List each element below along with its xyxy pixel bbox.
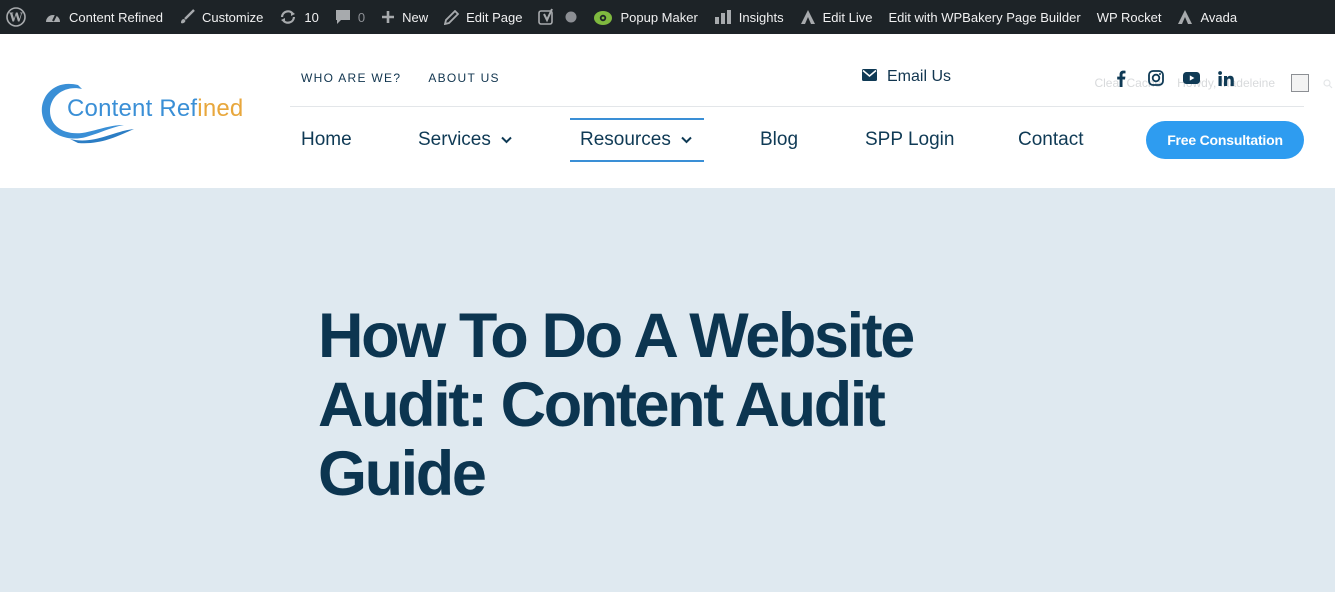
new-content-link[interactable]: New [373, 0, 436, 34]
popup-maker-icon [593, 8, 613, 26]
nav-services-label: Services [418, 129, 491, 150]
customize-label: Customize [201, 9, 264, 25]
main-nav: Home Services Resources Blog SPP Login C… [0, 118, 1335, 162]
avada-logo-icon [800, 9, 816, 25]
popup-maker-label: Popup Maker [620, 9, 698, 25]
comments-count: 0 [357, 9, 366, 25]
email-us-label: Email Us [887, 68, 952, 85]
plus-icon [381, 10, 395, 24]
svg-text:W: W [8, 11, 23, 25]
updates-count: 10 [304, 9, 319, 25]
insights-label: Insights [738, 9, 784, 25]
hero-section: How To Do A Website Audit: Content Audit… [0, 188, 1335, 592]
wordpress-logo-button[interactable]: W [0, 0, 36, 34]
popup-maker-link[interactable]: Popup Maker [585, 0, 705, 34]
search-icon[interactable] [1323, 76, 1333, 94]
email-us-link[interactable]: Email Us [862, 68, 951, 86]
edit-page-label: Edit Page [466, 9, 523, 25]
avada-logo-icon [1177, 9, 1193, 25]
nav-spp-login[interactable]: SPP Login [865, 118, 954, 162]
chevron-down-icon [681, 136, 692, 144]
wp-rocket-label: WP Rocket [1096, 9, 1162, 25]
wp-rocket-link[interactable]: WP Rocket [1089, 0, 1170, 34]
chevron-down-icon [501, 136, 512, 144]
free-consultation-button[interactable]: Free Consultation [1146, 121, 1304, 159]
nav-blog-label: Blog [760, 129, 799, 150]
instagram-icon[interactable] [1147, 69, 1165, 87]
topnav-about-us[interactable]: ABOUT US [428, 71, 500, 85]
updates-link[interactable]: 10 [271, 0, 326, 34]
social-links [1112, 69, 1235, 87]
bar-chart-icon [714, 9, 732, 25]
wordpress-icon: W [6, 7, 26, 27]
insights-link[interactable]: Insights [706, 0, 792, 34]
nav-home-label: Home [301, 129, 352, 150]
edit-live-link[interactable]: Edit Live [792, 0, 881, 34]
new-label: New [402, 9, 429, 25]
pencil-icon [444, 9, 460, 25]
comment-icon [335, 9, 351, 25]
brush-icon [179, 9, 195, 25]
nav-services[interactable]: Services [418, 118, 512, 162]
edit-page-link[interactable]: Edit Page [436, 0, 530, 34]
comments-link[interactable]: 0 [327, 0, 373, 34]
nav-contact[interactable]: Contact [1018, 118, 1083, 162]
youtube-icon[interactable] [1182, 69, 1200, 87]
header-divider [290, 106, 1304, 107]
avada-label: Avada [1200, 9, 1238, 25]
page-title: How To Do A Website Audit: Content Audit… [318, 301, 915, 509]
nav-resources-label: Resources [580, 129, 671, 150]
envelope-icon [862, 68, 877, 86]
top-nav: WHO ARE WE? ABOUT US [301, 71, 500, 85]
avada-link[interactable]: Avada [1169, 0, 1245, 34]
nav-contact-label: Contact [1018, 129, 1084, 150]
edit-live-label: Edit Live [822, 9, 873, 25]
facebook-icon[interactable] [1112, 69, 1130, 87]
yoast-seo-link[interactable] [530, 0, 585, 34]
wpbakery-link[interactable]: Edit with WPBakery Page Builder [880, 0, 1088, 34]
wp-admin-bar: W Content Refined Customize 10 0 New Edi… [0, 0, 1335, 34]
yoast-icon [538, 8, 558, 26]
updates-icon [279, 9, 297, 25]
dashboard-icon [44, 9, 62, 25]
site-name-label: Content Refined [69, 9, 163, 25]
site-name-link[interactable]: Content Refined [36, 0, 171, 34]
nav-spp-login-label: SPP Login [865, 129, 955, 150]
wpbakery-label: Edit with WPBakery Page Builder [888, 9, 1081, 25]
topnav-who-are-we[interactable]: WHO ARE WE? [301, 71, 401, 85]
linkedin-icon[interactable] [1217, 69, 1235, 87]
customize-link[interactable]: Customize [171, 0, 271, 34]
seo-status-dot-icon [565, 11, 577, 23]
site-header: Clear Cache Howdy, Madeleine Content Ref… [0, 34, 1335, 188]
nav-resources[interactable]: Resources [570, 118, 704, 162]
nav-blog[interactable]: Blog [760, 118, 798, 162]
nav-home[interactable]: Home [301, 118, 352, 162]
avatar[interactable] [1291, 74, 1309, 92]
